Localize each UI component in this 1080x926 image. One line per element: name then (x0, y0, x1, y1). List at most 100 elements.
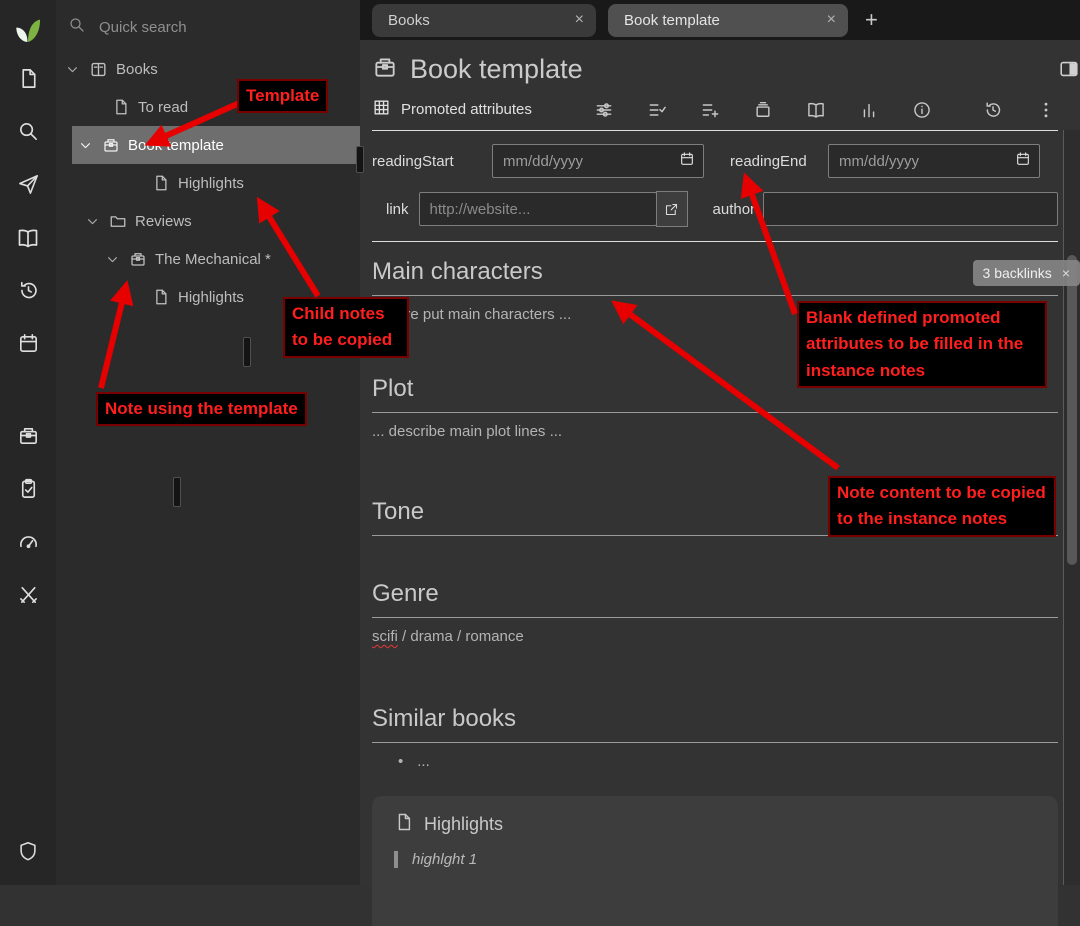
text-cursor-artifact (243, 337, 251, 367)
new-tab-button[interactable]: + (865, 7, 878, 33)
template-note-icon[interactable] (372, 54, 398, 85)
template-note-icon (102, 136, 120, 154)
activity-bar (0, 0, 56, 885)
section-body[interactable]: • ... (372, 753, 1058, 770)
child-note-title-row: Highlights (394, 812, 1036, 837)
protected-session-icon[interactable] (0, 824, 56, 877)
backlinks-count: 3 backlinks (983, 265, 1052, 281)
link-label: link (386, 201, 409, 218)
close-icon[interactable]: × (827, 11, 836, 29)
tab-bar: Books × Book template × + (360, 0, 1080, 40)
child-note-quote[interactable]: highlght 1 (394, 851, 1036, 868)
jump-to-note-icon[interactable] (0, 158, 56, 211)
main-content: Books × Book template × + Book template … (360, 0, 1080, 885)
text-cursor-artifact (356, 146, 364, 173)
package-icon[interactable] (0, 409, 56, 462)
book-icon[interactable] (806, 100, 826, 120)
tree-item-label: To read (138, 99, 188, 116)
ribbon-tab-promoted-attributes[interactable]: Promoted attributes (372, 98, 532, 121)
section-body[interactable]: ... describe main plot lines ... (372, 423, 1058, 440)
annotation-note-content: Note content to be copied to the instanc… (828, 476, 1056, 537)
tree-item-highlights-1[interactable]: Highlights (56, 164, 360, 202)
annotation-note-using-template: Note using the template (96, 392, 307, 426)
misspelled-word: scifi (372, 628, 398, 645)
stack-icon[interactable] (753, 100, 773, 120)
section-heading[interactable]: Similar books (372, 705, 1058, 743)
recent-changes-icon[interactable] (0, 264, 56, 317)
genre-rest: / drama / romance (398, 628, 524, 645)
tree-item-label: Highlights (178, 289, 244, 306)
tree-item-reviews[interactable]: Reviews (56, 202, 360, 240)
tree-item-label: Book template (128, 137, 224, 154)
chevron-down-icon[interactable] (77, 137, 94, 154)
calendar-icon[interactable] (679, 151, 695, 171)
search-icon[interactable] (0, 105, 56, 158)
open-book-icon[interactable] (0, 211, 56, 264)
kebab-menu-icon[interactable] (1036, 100, 1056, 120)
ribbon-tab-label: Promoted attributes (401, 101, 532, 118)
calendar-icon[interactable] (0, 317, 56, 370)
note-title-row: Book template (372, 54, 1058, 85)
tree-item-book-template[interactable]: Book template (72, 126, 360, 164)
list-check-icon[interactable] (647, 100, 667, 120)
new-note-icon[interactable] (0, 52, 56, 105)
history-icon[interactable] (983, 100, 1003, 120)
swords-icon[interactable] (0, 568, 56, 621)
dashboard-icon[interactable] (0, 515, 56, 568)
child-note-card[interactable]: Highlights highlght 1 (372, 796, 1058, 926)
app-logo[interactable] (12, 8, 44, 52)
chevron-down-icon[interactable] (104, 251, 121, 268)
list-plus-icon[interactable] (700, 100, 720, 120)
app-window: Quick search Books To read Book template… (0, 0, 1080, 885)
attribute-row-dates: readingStart mm/dd/yyyy readingEnd mm/dd… (372, 143, 1058, 179)
section-body[interactable]: scifi / drama / romance (372, 628, 1058, 645)
ribbon-bar: Promoted attributes (372, 89, 1058, 131)
note-tree-panel: Quick search Books To read Book template… (56, 0, 360, 885)
close-icon[interactable]: × (575, 11, 584, 29)
quick-search-input[interactable]: Quick search (56, 8, 360, 50)
grid-icon (372, 98, 391, 121)
backlinks-badge[interactable]: 3 backlinks × (973, 260, 1080, 286)
tab-book-template[interactable]: Book template × (608, 4, 848, 37)
note-icon (152, 174, 170, 192)
section-heading[interactable]: Genre (372, 580, 1058, 618)
tasks-icon[interactable] (0, 462, 56, 515)
chevron-down-icon[interactable] (84, 213, 101, 230)
annotation-blank-attributes: Blank defined promoted attributes to be … (797, 301, 1047, 388)
split-view-icon[interactable] (1058, 58, 1080, 85)
bullet-marker: • (398, 753, 403, 770)
tab-label: Books (388, 12, 430, 29)
tree-item-label: Books (116, 61, 158, 78)
child-note-title[interactable]: Highlights (424, 814, 503, 835)
reading-end-date-input[interactable]: mm/dd/yyyy (828, 144, 1040, 178)
close-icon[interactable]: × (1062, 265, 1070, 281)
chevron-down-icon[interactable] (64, 61, 81, 78)
tree-item-label: Reviews (135, 213, 192, 230)
reading-start-label: readingStart (372, 153, 492, 170)
author-input[interactable] (763, 192, 1058, 226)
reading-start-date-input[interactable]: mm/dd/yyyy (492, 144, 704, 178)
info-icon[interactable] (912, 100, 932, 120)
date-placeholder: mm/dd/yyyy (503, 153, 583, 170)
calendar-icon[interactable] (1015, 151, 1031, 171)
tree-item-label: The Mechanical * (155, 251, 271, 268)
bar-chart-icon[interactable] (859, 100, 879, 120)
book-content-icon (89, 60, 108, 79)
open-external-link-button[interactable] (656, 191, 688, 227)
section-heading[interactable]: Main characters (372, 258, 1058, 296)
template-note-icon (129, 250, 147, 268)
tab-books[interactable]: Books × (372, 4, 596, 37)
annotation-child-notes: Child notes to be copied (283, 297, 409, 358)
annotation-template: Template (237, 79, 328, 113)
quick-search-placeholder: Quick search (99, 19, 187, 36)
page-title[interactable]: Book template (410, 54, 583, 85)
note-icon (152, 288, 170, 306)
reading-end-label: readingEnd (730, 153, 828, 170)
link-input[interactable] (419, 192, 657, 226)
note-icon (112, 98, 130, 116)
tree-item-the-mechanical[interactable]: The Mechanical * (56, 240, 360, 278)
scrollbar-track[interactable] (1063, 130, 1080, 885)
scrollbar-thumb[interactable] (1067, 255, 1077, 565)
section-similar-books: Similar books • ... (372, 705, 1058, 770)
sliders-icon[interactable] (594, 100, 614, 120)
